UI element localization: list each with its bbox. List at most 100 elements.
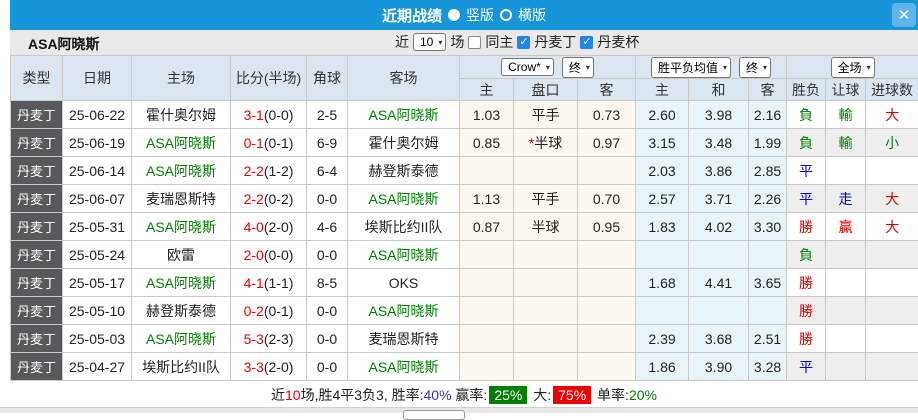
horizontal-layout-radio[interactable] [500, 9, 512, 21]
chevron-down-icon: ▾ [867, 63, 871, 72]
cup-label[interactable]: 丹麦杯 [597, 32, 639, 52]
cell-handicap-result: 輸 [826, 101, 866, 129]
cell-odds-away [578, 297, 636, 325]
table-row: 丹麦丁25-06-14ASA阿晓斯2-2(1-2)6-4赫登斯泰德2.033.8… [11, 157, 918, 185]
cell-mean-home: 2.57 [636, 185, 689, 213]
col-header-type: 类型 [11, 56, 63, 101]
summary-segment: 单率: [593, 385, 629, 405]
mean-stage-value: 终 [746, 59, 758, 76]
sub-header-mean-away: 客 [749, 79, 787, 101]
cell-score: 3-3(2-0) [231, 353, 307, 381]
halftime-score: (0-2) [264, 191, 294, 207]
cell-goals-result [866, 297, 918, 325]
cell-date: 25-05-10 [63, 297, 132, 325]
close-icon[interactable]: ✕ [892, 3, 916, 27]
col-header-date: 日期 [63, 56, 132, 101]
cell-mean-home: 2.03 [636, 157, 689, 185]
cell-odds-home [460, 241, 514, 269]
cell-odds-home [460, 353, 514, 381]
table-row: 丹麦丁25-04-27埃斯比约II队3-3(2-0)0-0ASA阿晓斯1.863… [11, 353, 918, 381]
chevron-down-icon: ▾ [438, 38, 442, 47]
cell-mean-home: 1.68 [636, 269, 689, 297]
same-home-label[interactable]: 同主 [485, 32, 513, 52]
match-count-select[interactable]: 10 ▾ [413, 33, 446, 51]
odds-stage-select[interactable]: 终▾ [562, 57, 594, 78]
cell-mean-draw: 3.68 [689, 325, 749, 353]
league-label[interactable]: 丹麦丁 [534, 32, 576, 52]
cell-handicap [514, 157, 578, 185]
cell-date: 25-06-14 [63, 157, 132, 185]
cell-mean-away: 2.51 [749, 325, 787, 353]
cell-odds-home [460, 269, 514, 297]
sub-header-odds-home: 主 [460, 79, 514, 101]
popup-panel: 近期战绩 竖版 横版 ✕ ASA阿晓斯 近 10▾ 场 同主 丹麦丁 丹麦杯 [10, 0, 918, 413]
col-header-score: 比分(半场) [231, 56, 307, 101]
cell-mean-away: 2.85 [749, 157, 787, 185]
cell-mean-draw [689, 297, 749, 325]
cell-away-team: 霍什奥尔姆 [348, 129, 460, 157]
fulltime-score: 2-2 [244, 191, 264, 207]
cell-mean-home: 1.86 [636, 353, 689, 381]
cell-corners: 4-6 [307, 213, 348, 241]
cell-odds-away: 0.73 [578, 101, 636, 129]
cell-corners: 0-0 [307, 185, 348, 213]
matches-label: 场 [450, 32, 464, 52]
odds-header-group: Crow*▾ 终▾ [460, 56, 636, 79]
cell-mean-away: 2.16 [749, 101, 787, 129]
cell-mean-draw: 3.71 [689, 185, 749, 213]
halftime-score: (0-1) [264, 303, 294, 319]
bottom-cutoff-strip [0, 407, 918, 413]
cell-away-team: OKS [348, 269, 460, 297]
cell-result: 勝 [787, 269, 826, 297]
cell-away-team: ASA阿晓斯 [348, 101, 460, 129]
cell-result: 勝 [787, 297, 826, 325]
cell-odds-away: 0.97 [578, 129, 636, 157]
mean-type-select[interactable]: 胜平负均值▾ [651, 57, 731, 78]
cell-goals-result: 小 [866, 129, 918, 157]
halftime-score: (1-2) [264, 163, 294, 179]
cell-handicap [514, 241, 578, 269]
cell-corners: 0-0 [307, 325, 348, 353]
cell-score: 2-2(0-2) [231, 185, 307, 213]
sub-header-handicap-result: 让球 [826, 79, 866, 101]
cell-score: 4-0(2-0) [231, 213, 307, 241]
cell-home-team: 欧雷 [132, 241, 231, 269]
league-checkbox[interactable] [517, 36, 530, 49]
col-header-home: 主场 [132, 56, 231, 101]
odds-company-select[interactable]: Crow*▾ [501, 58, 554, 76]
cup-checkbox[interactable] [580, 36, 593, 49]
same-home-checkbox[interactable] [468, 36, 481, 49]
cell-handicap-result: 走 [826, 185, 866, 213]
cell-home-team: 埃斯比约II队 [132, 353, 231, 381]
cell-handicap-result [826, 297, 866, 325]
cell-handicap: 半球 [514, 213, 578, 241]
cell-away-team: ASA阿晓斯 [348, 185, 460, 213]
summary-segment: 40% [424, 387, 452, 403]
cell-mean-draw: 4.02 [689, 213, 749, 241]
vertical-layout-label[interactable]: 竖版 [466, 5, 494, 25]
sub-header-mean-home: 主 [636, 79, 689, 101]
cell-home-team: ASA阿晓斯 [132, 325, 231, 353]
cell-home-team: ASA阿晓斯 [132, 269, 231, 297]
fulltime-score: 2-0 [244, 247, 264, 263]
summary-bar: 近10场,胜4平3负3, 胜率:40% 赢率:25% 大:75% 单率:20% [10, 381, 918, 408]
sub-header-handicap: 盘口 [514, 79, 578, 101]
halftime-score: (0-0) [264, 107, 294, 123]
cell-away-team: 麦瑞恩斯特 [348, 325, 460, 353]
odds-stage-value: 终 [569, 59, 581, 76]
match-count-value: 10 [420, 35, 433, 49]
full-match-select[interactable]: 全场▾ [831, 57, 875, 78]
cell-handicap [514, 353, 578, 381]
popup-title: 近期战绩 [382, 5, 442, 26]
horizontal-layout-label[interactable]: 横版 [518, 5, 546, 25]
cell-goals-result [866, 325, 918, 353]
mean-stage-select[interactable]: 终▾ [739, 57, 771, 78]
cell-handicap-result [826, 241, 866, 269]
vertical-layout-radio[interactable] [448, 9, 460, 21]
cell-league: 丹麦丁 [11, 129, 63, 157]
halftime-score: (1-1) [264, 275, 294, 291]
cell-handicap-result [826, 353, 866, 381]
result-header-group: 全场▾ [787, 56, 918, 79]
cutoff-panel [403, 410, 465, 420]
cell-date: 25-05-24 [63, 241, 132, 269]
